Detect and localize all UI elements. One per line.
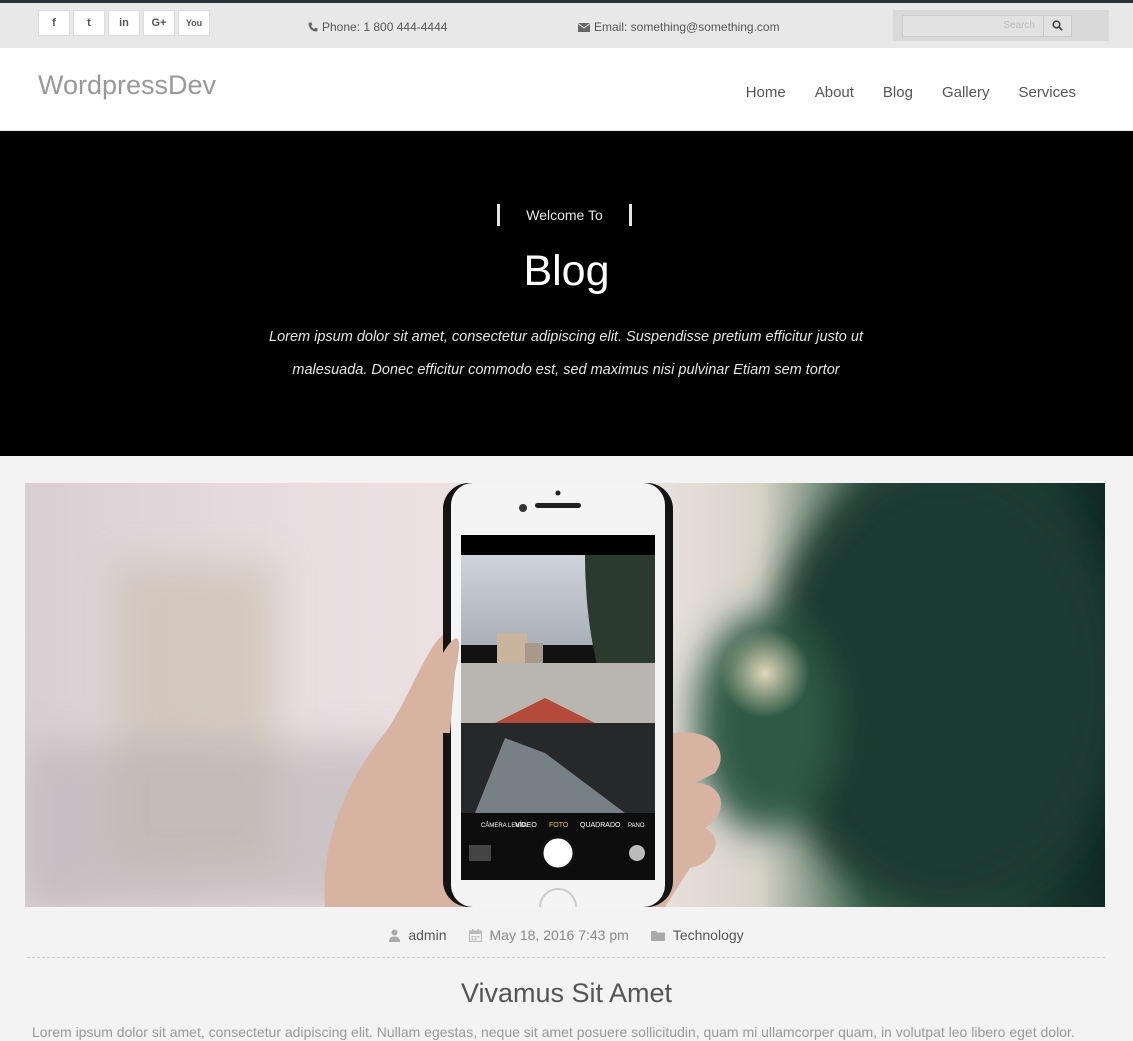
- post-featured-image[interactable]: CÂMERA LENTA VÍDEO FOTO QUADRADO PANO: [25, 483, 1105, 907]
- search-input[interactable]: [902, 14, 1044, 37]
- post-excerpt: Lorem ipsum dolor sit amet, consectetur …: [32, 1024, 1075, 1040]
- category-text: Technology: [672, 927, 744, 943]
- post-author[interactable]: admin: [389, 927, 447, 943]
- youtube-icon[interactable]: You: [178, 10, 210, 36]
- phone-contact: Phone: 1 800 444-4444: [308, 20, 447, 34]
- site-logo[interactable]: WordpressDev: [38, 70, 216, 101]
- hero-description: Lorem ipsum dolor sit amet, consectetur …: [269, 329, 863, 378]
- hero-title: Blog: [523, 247, 610, 295]
- main-nav: Home About Blog Gallery Services: [746, 84, 1076, 101]
- camera-mode-video: VÍDEO: [515, 820, 537, 829]
- camera-mode-pano: PANO: [628, 823, 645, 829]
- nav-blog[interactable]: Blog: [883, 84, 913, 101]
- user-icon: [389, 929, 401, 942]
- search-box: [893, 10, 1109, 41]
- social-links: f t in G+ You: [38, 10, 210, 36]
- envelope-icon: [578, 22, 590, 32]
- post-date: May 18, 2016 7:43 pm: [468, 927, 629, 943]
- search-icon: [1052, 20, 1063, 31]
- nav-about[interactable]: About: [815, 84, 854, 101]
- linkedin-icon[interactable]: in: [108, 10, 140, 36]
- nav-home[interactable]: Home: [746, 84, 786, 101]
- email-contact: Email: something@something.com: [578, 20, 780, 34]
- calendar-icon: [468, 928, 482, 942]
- search-button[interactable]: [1044, 14, 1072, 37]
- welcome-label: Welcome To: [497, 204, 632, 226]
- date-text: May 18, 2016 7:43 pm: [489, 927, 629, 943]
- phone-photo: CÂMERA LENTA VÍDEO FOTO QUADRADO PANO: [25, 483, 1105, 907]
- camera-mode-square: QUADRADO: [580, 822, 621, 829]
- twitter-icon[interactable]: t: [73, 10, 105, 36]
- post-title[interactable]: Vivamus Sit Amet: [0, 978, 1133, 1009]
- facebook-icon[interactable]: f: [38, 10, 70, 36]
- meta-divider: [27, 957, 1105, 958]
- post-meta: admin May 18, 2016 7:43 pm Technology: [0, 927, 1133, 943]
- author-name: admin: [408, 927, 447, 943]
- top-bar: f t in G+ You Phone: 1 800 444-4444 Emai…: [0, 3, 1133, 48]
- camera-mode-photo: FOTO: [549, 822, 569, 829]
- folder-icon: [650, 930, 665, 941]
- nav-gallery[interactable]: Gallery: [942, 84, 990, 101]
- hero-banner: Welcome To Blog Lorem ipsum dolor sit am…: [0, 131, 1133, 456]
- google-plus-icon[interactable]: G+: [143, 10, 175, 36]
- nav-services[interactable]: Services: [1018, 84, 1076, 101]
- email-text: Email: something@something.com: [594, 20, 780, 34]
- phone-text: Phone: 1 800 444-4444: [322, 20, 448, 34]
- post-category[interactable]: Technology: [650, 927, 744, 943]
- site-header: WordpressDev Home About Blog Gallery Ser…: [0, 48, 1133, 131]
- phone-icon: [308, 22, 318, 32]
